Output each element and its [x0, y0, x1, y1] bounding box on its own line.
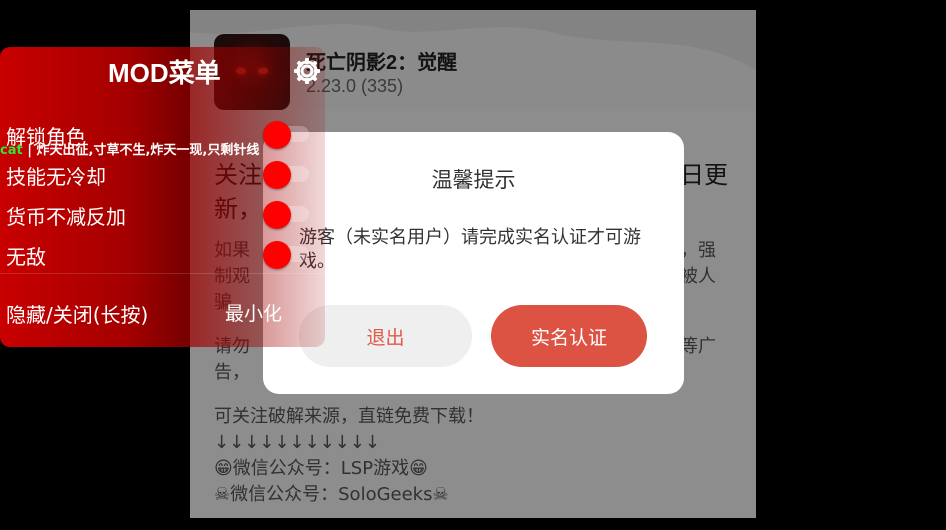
- dialog-title: 温馨提示: [431, 168, 516, 192]
- toggle-knob: [263, 121, 291, 149]
- toggle-knob: [263, 201, 291, 229]
- hide-close-button[interactable]: 隐藏/关闭(长按): [6, 299, 148, 328]
- mod-item-no-cooldown: 技能无冷却: [6, 165, 106, 189]
- notice-dialog: 温馨提示 游客（未实名用户）请完成实名认证才可游戏。 退出 实名认证: [263, 132, 684, 394]
- mod-divider: [0, 273, 325, 274]
- toggle-knob: [263, 161, 291, 189]
- toggle-invincible[interactable]: [263, 241, 309, 269]
- mod-item-unlock-characters: 解锁角色: [6, 125, 86, 149]
- mod-menu[interactable]: MOD菜单 cat | 炸天出征,寸草不生,炸天一现,只剩针线 解锁角色 技能无…: [0, 47, 325, 347]
- toggle-unlock-characters[interactable]: [263, 121, 309, 149]
- dialog-message: 游客（未实名用户）请完成实名认证才可游戏。: [299, 227, 641, 272]
- mod-menu-title: MOD菜单: [108, 58, 221, 88]
- toggle-knob: [263, 241, 291, 269]
- mod-item-invincible: 无敌: [6, 245, 46, 269]
- mod-item-currency: 货币不减反加: [6, 205, 126, 229]
- toggle-no-cooldown[interactable]: [263, 161, 309, 189]
- minimize-button[interactable]: 最小化: [225, 299, 282, 326]
- toggle-currency[interactable]: [263, 201, 309, 229]
- gear-icon[interactable]: [292, 56, 322, 86]
- verify-button[interactable]: 实名认证: [491, 305, 647, 367]
